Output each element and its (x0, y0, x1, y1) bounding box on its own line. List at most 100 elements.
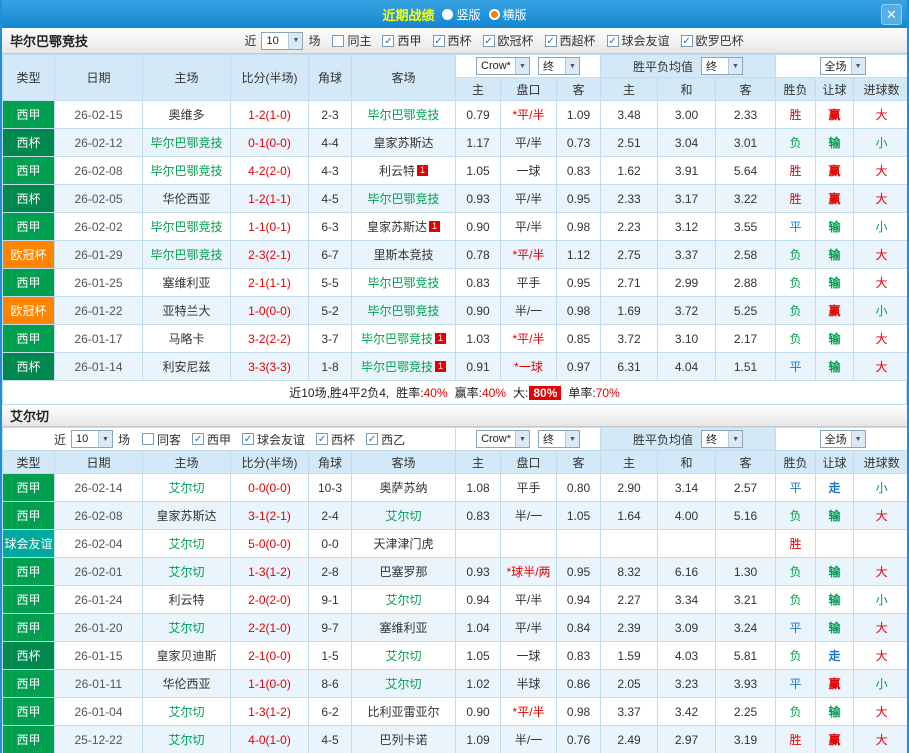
score-cell: 0-1(0-0) (230, 128, 309, 157)
result-cell: 平 (775, 212, 817, 241)
league-type-cell: 西甲 (2, 100, 55, 129)
avg-header-cell: 胜平负均值 终 ▼ (600, 427, 777, 451)
filter-checkbox-西杯[interactable]: ✓ 西杯 (432, 32, 472, 49)
checkbox-icon[interactable]: ✓ (366, 433, 379, 445)
home-odds-cell: 1.05 (455, 641, 502, 670)
handicap-result-cell: 赢 (815, 184, 855, 213)
goals-result-cell (853, 529, 907, 558)
filter-checkbox-同主[interactable]: 同主 (332, 32, 371, 49)
match-date-cell: 26-02-08 (54, 156, 143, 185)
home-team-cell: 马略卡 (142, 324, 231, 353)
close-button[interactable]: ✕ (881, 4, 902, 25)
avg-header-cell: 胜平负均值 终 ▼ (599, 54, 777, 78)
avg-home-cell: 2.23 (600, 212, 658, 241)
filter-checkbox-西超杯[interactable]: ✓ 西超杯 (544, 32, 596, 49)
score-cell: 2-0(2-0) (230, 585, 309, 614)
checkbox-icon[interactable]: ✓ (544, 34, 557, 47)
away-team-cell: 毕尔巴鄂竞技 (351, 100, 456, 129)
team-name-text: 毕尔巴鄂竞技 (367, 108, 440, 122)
filter-checkbox-欧罗巴杯[interactable]: ✓ 欧罗巴杯 (680, 32, 744, 49)
corner-cell: 9-1 (308, 585, 352, 614)
avg-time-select[interactable]: 终 ▼ (701, 430, 744, 448)
score-cell: 1-2(1-0) (230, 100, 309, 129)
team-name-text: 艾尔切 (168, 621, 205, 635)
filter-checkbox-西甲[interactable]: ✓ 西甲 (382, 32, 422, 49)
filter-checkbox-西乙[interactable]: ✓ 西乙 (366, 431, 405, 448)
radio-icon-vertical[interactable] (442, 8, 454, 20)
league-type-cell: 欧冠杯 (2, 296, 55, 325)
col-header-goals: 进球数 (853, 77, 907, 101)
checkbox-icon[interactable]: ✓ (680, 34, 693, 47)
scope-select[interactable]: 全场 ▼ (819, 430, 866, 448)
radio-option-vertical[interactable]: 竖版 (442, 6, 481, 23)
match-row: 西甲 26-02-08 毕尔巴鄂竞技 4-2(2-0) 4-3 利云特 1 1.05 一球 0.8… (2, 156, 907, 185)
match-row: 西甲 26-02-01 艾尔切 1-3(1-2) 2-8 巴塞罗那 0.93 *球半/两 0.9… (2, 557, 907, 586)
result-cell: 负 (775, 240, 817, 269)
filter-checkbox-球会友谊[interactable]: ✓ 球会友谊 (242, 431, 305, 448)
corner-cell: 4-5 (308, 725, 352, 753)
scope-select[interactable]: 全场 ▼ (819, 57, 866, 75)
match-count-select[interactable]: 10 ▼ (261, 31, 304, 50)
checkbox-icon[interactable]: ✓ (192, 433, 205, 445)
chevron-down-icon: ▼ (514, 58, 529, 74)
odds-time-select[interactable]: 终 ▼ (537, 57, 580, 75)
away-team-cell: 塞维利亚 (350, 613, 457, 642)
col-header-type: 类型 (2, 450, 55, 474)
avg-draw-cell: 3.09 (657, 613, 717, 642)
home-team-cell: 毕尔巴鄂竞技 (142, 212, 231, 241)
checkbox-icon[interactable]: ✓ (482, 34, 495, 47)
corner-cell: 6-2 (308, 697, 352, 726)
checkbox-icon[interactable]: ✓ (316, 433, 329, 445)
away-team-cell: 天津津门虎 (350, 529, 457, 558)
goals-result-cell: 大 (853, 725, 907, 753)
summary-stat-label: 单率: (568, 386, 596, 400)
avg-home-cell: 1.62 (600, 156, 658, 185)
radio-label-horizontal[interactable]: 横版 (503, 6, 527, 23)
handicap-result-cell (815, 529, 855, 558)
checkbox-icon[interactable]: ✓ (606, 34, 619, 47)
avg-draw-cell: 3.14 (657, 473, 717, 502)
checkbox-icon[interactable] (142, 433, 154, 445)
filter-checkbox-欧冠杯[interactable]: ✓ 欧冠杯 (482, 32, 534, 49)
avg-home-cell: 2.39 (600, 613, 659, 642)
filter-checkbox-西杯[interactable]: ✓ 西杯 (316, 431, 355, 448)
bookmaker-value: Crow* (481, 433, 512, 445)
handicap-result-cell: 输 (815, 324, 855, 353)
match-row: 西杯 26-02-05 华伦西亚 1-2(1-1) 4-5 毕尔巴鄂竞技 0.93 平/半 0.… (2, 184, 907, 213)
match-date-cell: 26-02-02 (54, 212, 143, 241)
checkbox-icon[interactable]: ✓ (242, 433, 255, 445)
match-count-select[interactable]: 10 ▼ (70, 430, 113, 448)
avg-away-cell: 2.58 (714, 240, 777, 269)
team-name-text: 巴塞罗那 (379, 565, 428, 579)
radio-label-vertical[interactable]: 竖版 (456, 6, 480, 23)
checkbox-icon[interactable]: ✓ (432, 34, 445, 47)
away-odds-cell: 0.73 (556, 128, 601, 157)
team-name-text: 艾尔切 (385, 593, 422, 607)
match-row: 欧冠杯 26-01-22 亚特兰大 1-0(0-0) 5-2 毕尔巴鄂竞技 0.90 半/一 0… (2, 296, 907, 325)
bookmaker-select[interactable]: Crow* ▼ (476, 430, 531, 448)
odds-time-select[interactable]: 终 ▼ (538, 430, 581, 448)
handicap-cell: 半/一 (500, 725, 558, 753)
handicap-cell: 半/一 (500, 501, 558, 530)
bookmaker-select[interactable]: Crow* ▼ (476, 57, 530, 75)
radio-option-horizontal[interactable]: 横版 (488, 6, 527, 23)
radio-icon-horizontal[interactable] (488, 8, 500, 20)
team-name-text: 艾尔切 (385, 509, 422, 523)
home-odds-cell: 0.93 (455, 184, 501, 213)
avg-time-select[interactable]: 终 ▼ (701, 57, 744, 75)
filter-checkbox-球会友谊[interactable]: ✓ 球会友谊 (606, 32, 670, 49)
checkbox-icon[interactable]: ✓ (382, 34, 395, 47)
summary-stat-value: 70% (595, 385, 620, 400)
filter-near-label: 近 (53, 432, 66, 447)
result-cell: 胜 (775, 529, 817, 558)
handicap-result-cell: 输 (815, 352, 855, 381)
filter-checkbox-同客[interactable]: 同客 (142, 431, 181, 448)
away-team-cell: 毕尔巴鄂竞技 1 (351, 324, 456, 353)
team-name-text: 皇家贝迪斯 (156, 649, 217, 663)
filter-checkbox-西甲[interactable]: ✓ 西甲 (192, 431, 231, 448)
league-type-cell: 西甲 (2, 613, 55, 642)
avg-away-cell: 3.24 (715, 613, 777, 642)
handicap-result-cell: 赢 (815, 725, 855, 753)
title-bar: 近期战绩 竖版 横版 ✕ (2, 0, 907, 28)
checkbox-icon[interactable] (332, 34, 345, 47)
